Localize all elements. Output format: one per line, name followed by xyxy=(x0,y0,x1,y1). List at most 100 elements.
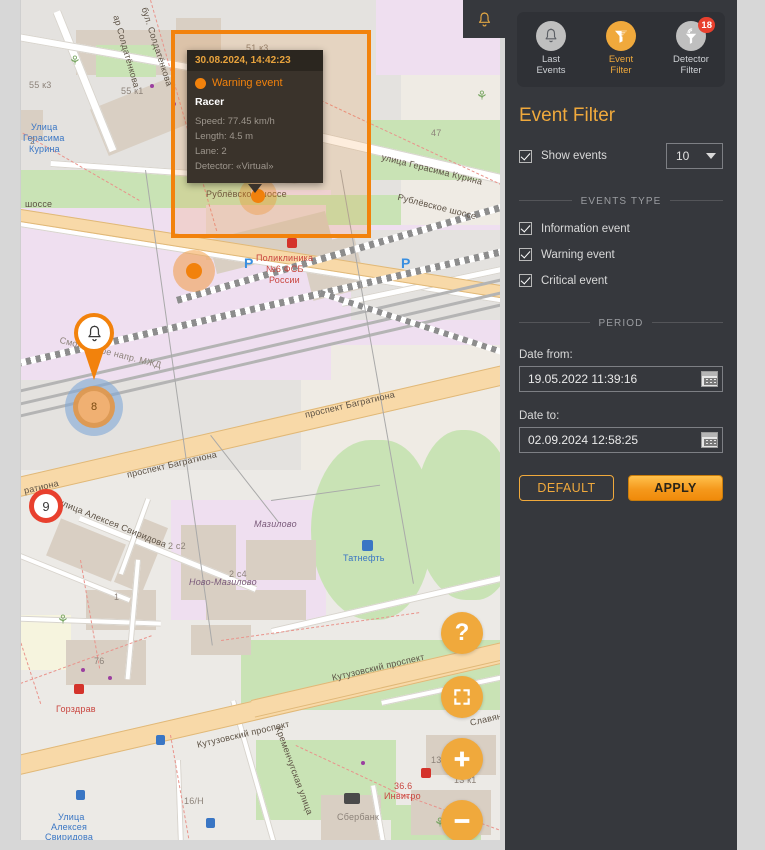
date-to-value: 02.09.2024 12:58:25 xyxy=(528,433,639,447)
event-count-select[interactable]: 10 xyxy=(666,143,723,169)
pharmacy-icon xyxy=(287,238,297,248)
bell-icon xyxy=(478,11,490,26)
show-events-label: Show events xyxy=(541,150,607,162)
tab-last-events[interactable]: Last Events xyxy=(523,21,579,76)
parking-icon: P xyxy=(401,255,411,271)
checkbox-box[interactable] xyxy=(519,248,532,261)
tab-last-events-label: Last Events xyxy=(536,54,566,76)
tooltip-detail-speed: Speed: 77.45 km/h xyxy=(195,116,275,127)
event-count-value: 10 xyxy=(676,149,690,163)
action-button-row: DEFAULT APPLY xyxy=(519,475,723,501)
events-type-section-header: EVENTS TYPE xyxy=(519,191,723,209)
page-title: Event Filter xyxy=(519,105,616,126)
fit-extent-button[interactable] xyxy=(441,676,483,718)
map-bottom-gutter xyxy=(0,840,500,850)
calendar-icon[interactable] xyxy=(701,371,718,387)
bus-stop-icon xyxy=(76,790,85,800)
zoom-in-button[interactable] xyxy=(441,738,483,780)
checkbox-critical-event-label: Critical event xyxy=(541,274,608,287)
plus-icon xyxy=(454,751,470,767)
date-to-field[interactable]: 02.09.2024 12:58:25 xyxy=(519,427,723,453)
date-from-field[interactable]: 19.05.2022 11:39:16 xyxy=(519,366,723,392)
detector-filter-badge: 18 xyxy=(698,17,715,33)
date-from-value: 19.05.2022 11:39:16 xyxy=(528,372,638,386)
event-marker[interactable] xyxy=(186,263,202,279)
app-root: P P ⚘ ⚘ ⚘ ⚘ бул. Солдатёнкова ар Солдатён… xyxy=(0,0,765,850)
event-pin[interactable] xyxy=(74,313,114,353)
playground-icon: ⚘ xyxy=(69,53,81,68)
map-area[interactable]: P P ⚘ ⚘ ⚘ ⚘ бул. Солдатёнкова ар Солдатён… xyxy=(0,0,500,850)
event-tooltip: 30.08.2024, 14:42:23 Warning event Racer… xyxy=(187,50,323,183)
fit-extent-icon xyxy=(454,689,470,705)
cluster-count[interactable]: 8 xyxy=(78,391,110,423)
date-to-label: Date to: xyxy=(519,410,560,422)
tooltip-detail-lane: Lane: 2 xyxy=(195,146,227,157)
tooltip-body: Warning event Racer Speed: 77.45 km/h Le… xyxy=(187,71,323,183)
map-landuse xyxy=(311,440,431,620)
map-building xyxy=(206,590,306,620)
tooltip-timestamp: 30.08.2024, 14:42:23 xyxy=(187,50,323,71)
map-building xyxy=(246,540,316,580)
map-dot xyxy=(361,761,365,765)
tooltip-severity-label: Warning event xyxy=(212,77,283,89)
speed-limit-sign[interactable]: 9 xyxy=(29,489,63,523)
map-left-gutter xyxy=(0,0,20,850)
checkbox-information-event[interactable]: Information event xyxy=(519,222,723,235)
checkbox-box[interactable] xyxy=(519,222,532,235)
apply-button[interactable]: APPLY xyxy=(628,475,723,501)
map-building xyxy=(21,110,43,140)
map-dot xyxy=(81,668,85,672)
bank-icon xyxy=(344,793,360,804)
tooltip-arrow xyxy=(248,184,262,193)
pin-tail xyxy=(84,350,104,380)
tooltip-severity-row: Warning event xyxy=(195,77,315,89)
period-caption: PERIOD xyxy=(589,318,653,329)
playground-icon: ⚘ xyxy=(57,612,69,627)
page-right-gutter xyxy=(737,0,765,850)
bell-icon xyxy=(87,325,101,341)
checkbox-box[interactable] xyxy=(519,149,532,163)
tooltip-detail-length: Length: 4.5 m xyxy=(195,131,254,142)
tab-event-filter[interactable]: Event Filter xyxy=(593,21,649,76)
checkbox-warning-event-label: Warning event xyxy=(541,248,615,261)
right-panel: Last Events Event Filter 18 Detector Fil… xyxy=(505,0,737,850)
checkbox-box[interactable] xyxy=(519,274,532,287)
date-from-label: Date from: xyxy=(519,349,573,361)
bell-icon xyxy=(545,28,557,43)
zoom-out-button[interactable] xyxy=(441,800,483,840)
bell-icon-wrap xyxy=(536,21,566,51)
tooltip-title: Racer xyxy=(195,96,225,108)
parking-icon: P xyxy=(244,255,254,271)
help-button[interactable]: ? xyxy=(441,612,483,654)
bus-stop-icon xyxy=(206,818,215,828)
tooltip-detail-detector: Detector: «Virtual» xyxy=(195,161,274,172)
pharmacy-icon xyxy=(74,684,84,694)
panel-toolbar: Last Events Event Filter 18 Detector Fil… xyxy=(517,12,725,87)
funnel-lines-icon xyxy=(615,30,629,43)
map-dot xyxy=(150,84,154,88)
tab-event-filter-label: Event Filter xyxy=(608,54,634,76)
calendar-icon[interactable] xyxy=(701,432,718,448)
map-dot xyxy=(108,676,112,680)
map-canvas[interactable]: P P ⚘ ⚘ ⚘ ⚘ бул. Солдатёнкова ар Солдатён… xyxy=(20,0,500,840)
checkbox-warning-event[interactable]: Warning event xyxy=(519,248,723,261)
default-button[interactable]: DEFAULT xyxy=(519,475,614,501)
fuel-icon xyxy=(362,540,373,551)
bus-stop-icon xyxy=(156,735,165,745)
pharmacy-icon xyxy=(421,768,431,778)
period-section-header: PERIOD xyxy=(519,313,723,331)
checkbox-critical-event[interactable]: Critical event xyxy=(519,274,723,287)
show-events-row: Show events 10 xyxy=(519,143,723,169)
playground-icon: ⚘ xyxy=(476,88,488,103)
show-events-checkbox[interactable]: Show events xyxy=(519,149,607,163)
funnel-signal-icon xyxy=(685,28,697,44)
tab-detector-filter[interactable]: 18 Detector Filter xyxy=(663,17,719,76)
notification-bell-button[interactable] xyxy=(463,0,505,38)
tab-detector-filter-label: Detector Filter xyxy=(673,54,709,76)
events-type-caption: EVENTS TYPE xyxy=(571,196,671,207)
minus-icon xyxy=(454,819,470,823)
chevron-down-icon xyxy=(706,153,716,159)
severity-dot-icon xyxy=(195,77,206,89)
checkbox-information-event-label: Information event xyxy=(541,222,630,235)
funnel-lines-icon-wrap xyxy=(606,21,636,51)
